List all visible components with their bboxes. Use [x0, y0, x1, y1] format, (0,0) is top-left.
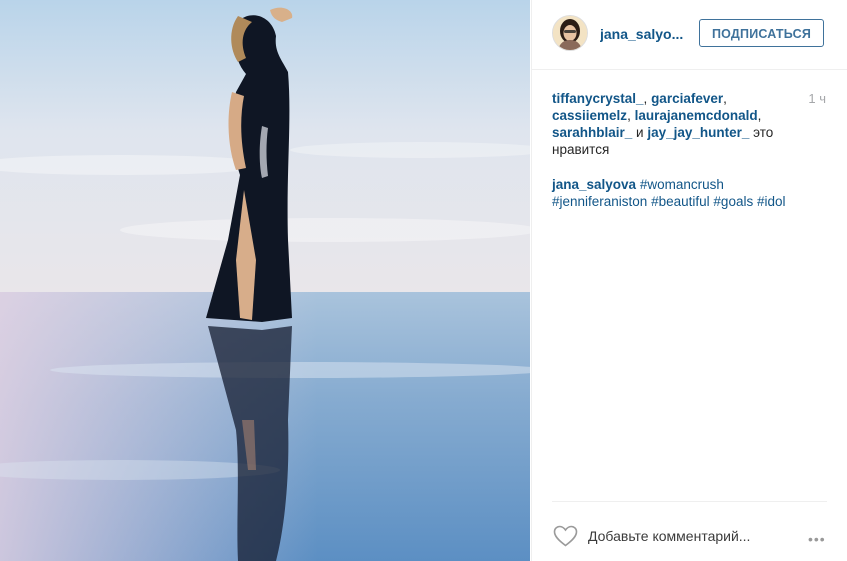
more-options-icon[interactable]: •••: [808, 531, 826, 547]
separator: ,: [723, 91, 727, 106]
likes-list: tiffanycrystal_, garciafever, cassiiemel…: [552, 90, 792, 158]
hashtag-link[interactable]: #beautiful: [651, 194, 710, 209]
photo-image: [0, 0, 530, 561]
like-user-link[interactable]: laurajanemcdonald: [635, 108, 758, 123]
hashtag-link[interactable]: #womancrush: [640, 177, 724, 192]
post-sidebar: jana_salyo... ПОДПИСАТЬСЯ tiffanycrystal…: [531, 0, 847, 561]
like-user-link[interactable]: garciafever: [651, 91, 723, 106]
avatar[interactable]: [552, 15, 588, 51]
post-photo[interactable]: [0, 0, 530, 561]
post-caption: jana_salyova #womancrush #jenniferanisto…: [552, 176, 822, 210]
like-user-link[interactable]: cassiiemelz: [552, 108, 627, 123]
like-user-link[interactable]: tiffanycrystal_: [552, 91, 644, 106]
separator: ,: [627, 108, 635, 123]
post-footer: •••: [552, 501, 827, 561]
follow-button[interactable]: ПОДПИСАТЬСЯ: [699, 19, 824, 47]
separator: ,: [757, 108, 762, 123]
heart-icon[interactable]: [553, 525, 578, 547]
separator: ,: [643, 91, 652, 106]
hashtag-link[interactable]: #jenniferaniston: [552, 194, 647, 209]
like-user-link[interactable]: sarahhblair_: [552, 125, 632, 140]
hashtag-link[interactable]: #idol: [757, 194, 786, 209]
username-link[interactable]: jana_salyo...: [600, 26, 683, 42]
post-header: jana_salyo... ПОДПИСАТЬСЯ: [532, 0, 847, 70]
hashtag-link[interactable]: #goals: [713, 194, 753, 209]
like-user-link[interactable]: jay_jay_hunter_: [647, 125, 749, 140]
caption-author-link[interactable]: jana_salyova: [552, 177, 636, 192]
avatar-image: [553, 16, 587, 50]
post-time[interactable]: 1 ч: [808, 91, 826, 106]
and-word: и: [632, 125, 648, 140]
comment-input[interactable]: [588, 526, 788, 546]
